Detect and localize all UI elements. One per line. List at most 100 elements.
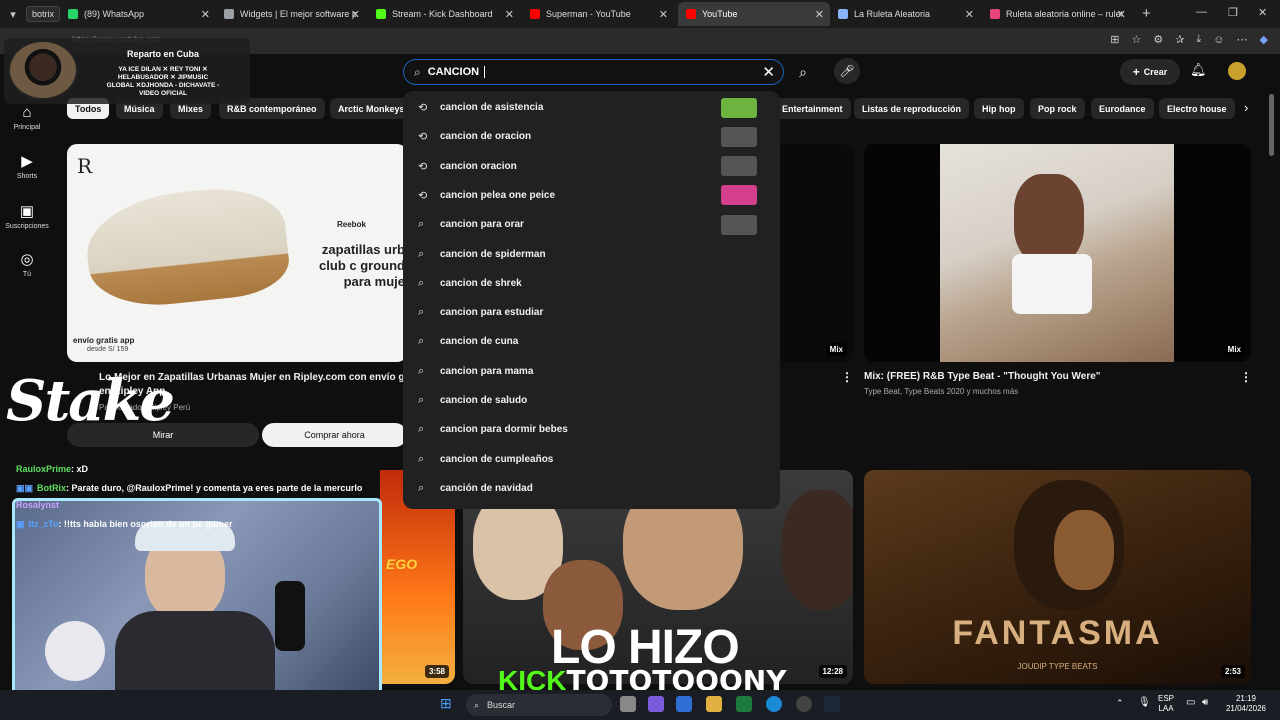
- download-icon[interactable]: ⤓: [1196, 33, 1201, 46]
- create-button[interactable]: + Crear: [1120, 59, 1180, 85]
- video-thumbnail-5[interactable]: FANTASMA JOUDIP TYPE BEATS 2:53: [864, 470, 1251, 684]
- obs-icon[interactable]: [796, 696, 812, 712]
- close-tab-icon[interactable]: ✕: [659, 8, 668, 21]
- suggestion-thumbnail[interactable]: [721, 126, 757, 147]
- plush-toy-image: [45, 621, 105, 681]
- page-scrollbar[interactable]: [1269, 94, 1274, 156]
- ad-thumbnail[interactable]: R Reebok zapatillas urb club c ground pa…: [67, 144, 407, 362]
- more-options-icon[interactable]: ⋮: [841, 370, 853, 384]
- browser-tab[interactable]: Ruleta aleatoria online – ruleta d✕: [982, 2, 1132, 26]
- notifications-bell-icon[interactable]: 🔔︎: [1190, 62, 1207, 78]
- search-suggestion[interactable]: ⌕ cancion para dormir bebes: [403, 415, 780, 444]
- sidebar-item-shorts[interactable]: ▶ Shorts: [0, 152, 54, 180]
- maximize-icon[interactable]: ❐: [1228, 6, 1238, 19]
- video-channel[interactable]: Type Beat, Type Beats 2020 y muchos más: [864, 387, 1018, 396]
- clear-search-icon[interactable]: ✕: [762, 63, 775, 81]
- star-icon[interactable]: ☆: [1131, 33, 1141, 46]
- volume-icon[interactable]: 🔊︎: [1202, 697, 1208, 708]
- search-suggestion[interactable]: ⌕ cancion de saludo: [403, 386, 780, 415]
- sidebar-item-home[interactable]: ⌂ Principal: [0, 104, 54, 131]
- voice-search-icon[interactable]: 🎤︎: [834, 58, 860, 84]
- kick-app-icon[interactable]: [736, 696, 752, 712]
- profile-avatar-icon[interactable]: ☺: [1213, 34, 1224, 46]
- search-icon: ⌕: [418, 423, 425, 436]
- account-avatar[interactable]: [1228, 62, 1246, 80]
- ripley-logo: R: [77, 154, 93, 178]
- search-suggestion[interactable]: ⟲ cancion oracion: [403, 152, 780, 181]
- chip-playlists[interactable]: Listas de reproducción: [854, 98, 970, 119]
- browser-tab[interactable]: La Ruleta Aleatoria ✕: [830, 2, 980, 26]
- search-icon: ⌕: [474, 699, 480, 710]
- task-view-icon[interactable]: [620, 696, 636, 712]
- close-tab-icon[interactable]: ✕: [351, 8, 360, 21]
- search-suggestion[interactable]: ⌕ cancion de cuna: [403, 327, 780, 356]
- search-suggestion[interactable]: ⌕ cancion de shrek: [403, 269, 780, 298]
- close-tab-icon[interactable]: ✕: [201, 8, 210, 21]
- close-tab-icon[interactable]: ✕: [965, 8, 974, 21]
- favorites-icon[interactable]: ✰: [1175, 33, 1184, 46]
- tray-chevron-icon[interactable]: ⌃: [1116, 698, 1124, 709]
- close-window-icon[interactable]: ✕: [1258, 6, 1267, 19]
- start-icon[interactable]: ⊞: [440, 695, 452, 712]
- chip-arctic-monkeys[interactable]: Arctic Monkeys: [330, 98, 413, 119]
- tab-menu-icon[interactable]: ▾: [0, 0, 26, 28]
- browser-tab[interactable]: Widgets | El mejor software para...✕: [216, 2, 366, 26]
- suggestion-thumbnail[interactable]: [721, 97, 757, 118]
- close-tab-icon[interactable]: ✕: [815, 8, 824, 21]
- chip-electro-house[interactable]: Electro house: [1159, 98, 1235, 119]
- new-tab-icon[interactable]: +: [1142, 5, 1151, 22]
- search-suggestion[interactable]: ⟲ cancion de oracion: [403, 122, 780, 151]
- suggestion-text: canción de navidad: [440, 482, 533, 494]
- clock[interactable]: 21:19 21/04/2026: [1222, 694, 1270, 714]
- search-suggestion[interactable]: ⟲ cancion de asistencia: [403, 93, 780, 122]
- browser-tab[interactable]: Superman - YouTube ✕: [522, 2, 674, 26]
- more-options-icon[interactable]: ⋮: [1240, 370, 1252, 384]
- copilot-icon[interactable]: ◆: [1260, 33, 1268, 46]
- steam-icon[interactable]: [824, 696, 840, 712]
- tab-search-icon[interactable]: ⊞: [1110, 33, 1119, 46]
- search-button[interactable]: ⌕: [786, 59, 820, 85]
- chip-eurodance[interactable]: Eurodance: [1091, 98, 1154, 119]
- browser-tab[interactable]: YouTube ✕: [678, 2, 830, 26]
- microphone-icon[interactable]: 🎙︎: [1138, 697, 1151, 708]
- chevron-right-icon[interactable]: ›: [1244, 100, 1248, 115]
- search-input[interactable]: CANCION: [428, 66, 486, 79]
- search-suggestion[interactable]: ⌕ cancion de spiderman: [403, 240, 780, 269]
- suggestion-thumbnail[interactable]: [721, 185, 757, 206]
- ad-shipping-price: desde S/ 159: [87, 346, 129, 353]
- close-tab-icon[interactable]: ✕: [1117, 8, 1126, 21]
- ad-buy-button[interactable]: Comprar ahora: [262, 423, 407, 447]
- home-icon: ⌂: [22, 104, 32, 121]
- sidebar-item-you[interactable]: ◎ Tú: [0, 250, 54, 278]
- search-suggestion[interactable]: ⌕ cancion de cumpleaños: [403, 445, 780, 474]
- more-icon[interactable]: ⋯: [1237, 33, 1248, 46]
- chip-entertainment[interactable]: Entertainment: [774, 98, 851, 119]
- minimize-icon[interactable]: —: [1196, 6, 1207, 18]
- edge-icon[interactable]: [766, 696, 782, 712]
- search-suggestion[interactable]: ⌕ canción de navidad: [403, 474, 780, 503]
- network-icon[interactable]: ▭: [1186, 697, 1195, 708]
- search-suggestion[interactable]: ⌕ cancion para orar: [403, 210, 780, 239]
- app-icon[interactable]: [676, 696, 692, 712]
- taskbar-search[interactable]: ⌕ Buscar: [466, 694, 612, 716]
- search-suggestion[interactable]: ⌕ cancion para estudiar: [403, 298, 780, 327]
- browser-tab[interactable]: (89) WhatsApp ✕: [60, 2, 216, 26]
- extensions-icon[interactable]: ⚙: [1153, 33, 1163, 46]
- suggestion-thumbnail[interactable]: [721, 214, 757, 235]
- search-suggestion[interactable]: ⟲ cancion pelea one peice: [403, 181, 780, 210]
- search-suggestion[interactable]: ⌕ cancion para mama: [403, 357, 780, 386]
- profile-button[interactable]: botrix: [26, 6, 61, 22]
- browser-tab[interactable]: Stream - Kick Dashboard ✕: [368, 2, 520, 26]
- file-explorer-icon[interactable]: [706, 696, 722, 712]
- search-box[interactable]: ⌕ CANCION ✕: [403, 59, 784, 85]
- close-tab-icon[interactable]: ✕: [505, 8, 514, 21]
- video-thumbnail-mix-1[interactable]: Mix: [864, 144, 1251, 362]
- sidebar-item-subscriptions[interactable]: ▣ Suscripciones: [0, 202, 54, 230]
- suggestion-text: cancion de cuna: [440, 336, 519, 348]
- chip-hip-hop[interactable]: Hip hop: [974, 98, 1024, 119]
- chip-pop-rock[interactable]: Pop rock: [1030, 98, 1085, 119]
- teams-icon[interactable]: [648, 696, 664, 712]
- video-title[interactable]: Mix: (FREE) R&B Type Beat - "Thought You…: [864, 371, 1101, 382]
- language-indicator[interactable]: ESP LAA: [1158, 694, 1174, 714]
- suggestion-thumbnail[interactable]: [721, 156, 757, 177]
